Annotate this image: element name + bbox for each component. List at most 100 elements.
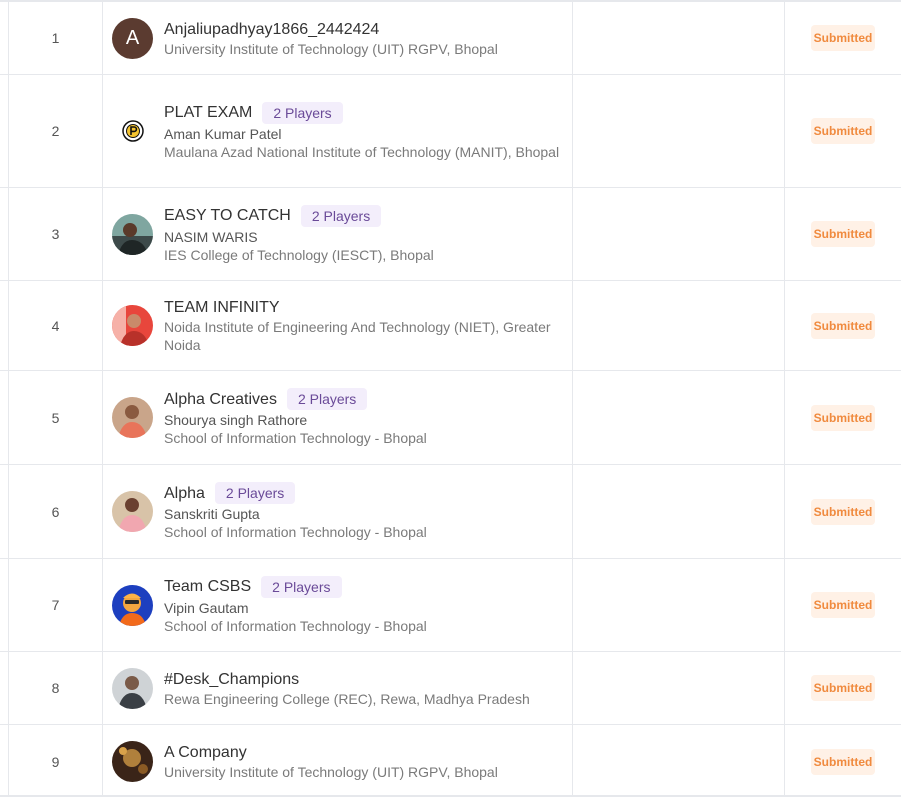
empty-cell [573, 371, 785, 464]
college-name: University Institute of Technology (UIT)… [164, 764, 498, 780]
college-name: University Institute of Technology (UIT)… [164, 40, 498, 57]
team-cell: A Anjaliupadhyay1866_2442424 University … [103, 2, 573, 74]
college-name: School of Information Technology - Bhopa… [164, 617, 427, 634]
empty-cell [573, 652, 785, 724]
college-name: IES College of Technology (IESCT), Bhopa… [164, 246, 434, 263]
profile-photo-icon [112, 213, 153, 255]
team-name[interactable]: Team CSBS [164, 576, 251, 597]
empty-cell [573, 559, 785, 651]
team-logo-icon [121, 120, 144, 142]
avatar [112, 305, 153, 346]
profile-photo-icon [112, 491, 153, 532]
leader-name: Vipin Gautam [164, 599, 249, 616]
team-name[interactable]: #Desk_Champions [164, 669, 299, 690]
team-name[interactable]: PLAT EXAM [164, 102, 252, 123]
rank-cell: 1 [8, 2, 103, 74]
team-cell: A Company University Institute of Techno… [103, 725, 573, 797]
college-name: Noida Institute of Engineering And Techn… [164, 319, 551, 353]
status-badge: Submitted [810, 748, 876, 775]
empty-cell [573, 75, 785, 187]
players-badge: 2 Players [261, 575, 342, 598]
avatar [112, 667, 153, 709]
status-badge: Submitted [810, 312, 876, 339]
leader-name: Shourya singh Rathore [164, 412, 308, 428]
college-name: Rewa Engineering College (REC), Rewa, Ma… [164, 690, 530, 707]
avatar: A [112, 17, 153, 59]
leader-name: Aman Kumar Patel [164, 125, 282, 142]
status-badge: Submitted [810, 675, 876, 701]
college-name: School of Information Technology - Bhopa… [164, 524, 427, 540]
empty-cell [573, 2, 785, 74]
profile-photo-icon [112, 397, 153, 438]
empty-cell [573, 188, 785, 280]
status-badge: Submitted [810, 25, 876, 51]
profile-photo-icon [112, 305, 153, 346]
status-cell: Submitted [785, 188, 901, 280]
team-name[interactable]: EASY TO CATCH [164, 205, 291, 226]
college-name: Maulana Azad National Institute of Techn… [164, 143, 560, 160]
table-row: 2 PLAT EXAM 2 Players Aman Kumar Patel M… [0, 75, 901, 188]
team-cell: Alpha Creatives 2 Players Shourya singh … [103, 371, 573, 464]
players-badge: 2 Players [214, 482, 296, 504]
table-row: 3 EASY TO CATCH 2 Players NASIM WARIS IE… [0, 188, 901, 281]
status-cell: Submitted [785, 465, 901, 558]
empty-cell [573, 281, 785, 370]
players-badge: 2 Players [286, 388, 368, 410]
avatar [112, 584, 153, 626]
table-row: 1 A Anjaliupadhyay1866_2442424 Universit… [0, 2, 901, 75]
status-cell: Submitted [785, 725, 901, 797]
avatar [112, 741, 153, 782]
team-name[interactable]: Anjaliupadhyay1866_2442424 [164, 19, 379, 40]
status-cell: Submitted [785, 371, 901, 464]
profile-photo-icon [112, 741, 153, 782]
table-row: 5 Alpha Creatives 2 Players Shourya sing… [0, 371, 901, 465]
rank-cell: 2 [8, 75, 103, 187]
leaderboard-table: 1 A Anjaliupadhyay1866_2442424 Universit… [0, 0, 901, 797]
avatar [112, 397, 153, 438]
rank-cell: 6 [8, 465, 103, 558]
team-cell: EASY TO CATCH 2 Players NASIM WARIS IES … [103, 188, 573, 280]
status-cell: Submitted [785, 2, 901, 74]
cartoon-avatar-icon [112, 584, 153, 626]
team-cell: Alpha 2 Players Sanskriti Gupta School o… [103, 465, 573, 558]
status-cell: Submitted [785, 281, 901, 370]
rank-cell: 4 [8, 281, 103, 370]
profile-photo-icon [112, 667, 153, 709]
status-badge: Submitted [810, 498, 876, 525]
status-cell: Submitted [785, 652, 901, 724]
rank-cell: 7 [8, 559, 103, 651]
team-name[interactable]: Alpha Creatives [164, 389, 277, 410]
team-name[interactable]: TEAM INFINITY [164, 297, 280, 318]
players-badge: 2 Players [300, 204, 382, 227]
empty-cell [573, 465, 785, 558]
rank-cell: 5 [8, 371, 103, 464]
team-cell: PLAT EXAM 2 Players Aman Kumar Patel Mau… [103, 75, 573, 187]
table-row: 8 #Desk_Champions Rewa Engineering Colle… [0, 652, 901, 725]
leader-name: NASIM WARIS [164, 228, 258, 245]
team-name[interactable]: A Company [164, 742, 247, 763]
table-row: 9 A Company University Institute of Tech… [0, 725, 901, 797]
players-badge: 2 Players [262, 101, 343, 124]
rank-cell: 9 [8, 725, 103, 797]
avatar [112, 213, 153, 255]
table-row: 7 Team CSBS 2 Players Vipin Gautam Schoo… [0, 559, 901, 652]
avatar [112, 491, 153, 532]
status-badge: Submitted [810, 404, 876, 431]
rank-cell: 3 [8, 188, 103, 280]
team-cell: Team CSBS 2 Players Vipin Gautam School … [103, 559, 573, 651]
team-cell: TEAM INFINITY Noida Institute of Enginee… [103, 281, 573, 370]
status-cell: Submitted [785, 559, 901, 651]
status-badge: Submitted [810, 221, 876, 247]
rank-cell: 8 [8, 652, 103, 724]
team-name[interactable]: Alpha [164, 483, 205, 504]
team-cell: #Desk_Champions Rewa Engineering College… [103, 652, 573, 724]
college-name: School of Information Technology - Bhopa… [164, 430, 427, 446]
table-row: 6 Alpha 2 Players Sanskriti Gupta School… [0, 465, 901, 559]
table-row: 4 TEAM INFINITY Noida Institute of Engin… [0, 281, 901, 371]
empty-cell [573, 725, 785, 797]
status-cell: Submitted [785, 75, 901, 187]
leader-name: Sanskriti Gupta [164, 506, 260, 522]
avatar [112, 110, 153, 152]
status-badge: Submitted [810, 118, 876, 144]
status-badge: Submitted [810, 592, 876, 618]
